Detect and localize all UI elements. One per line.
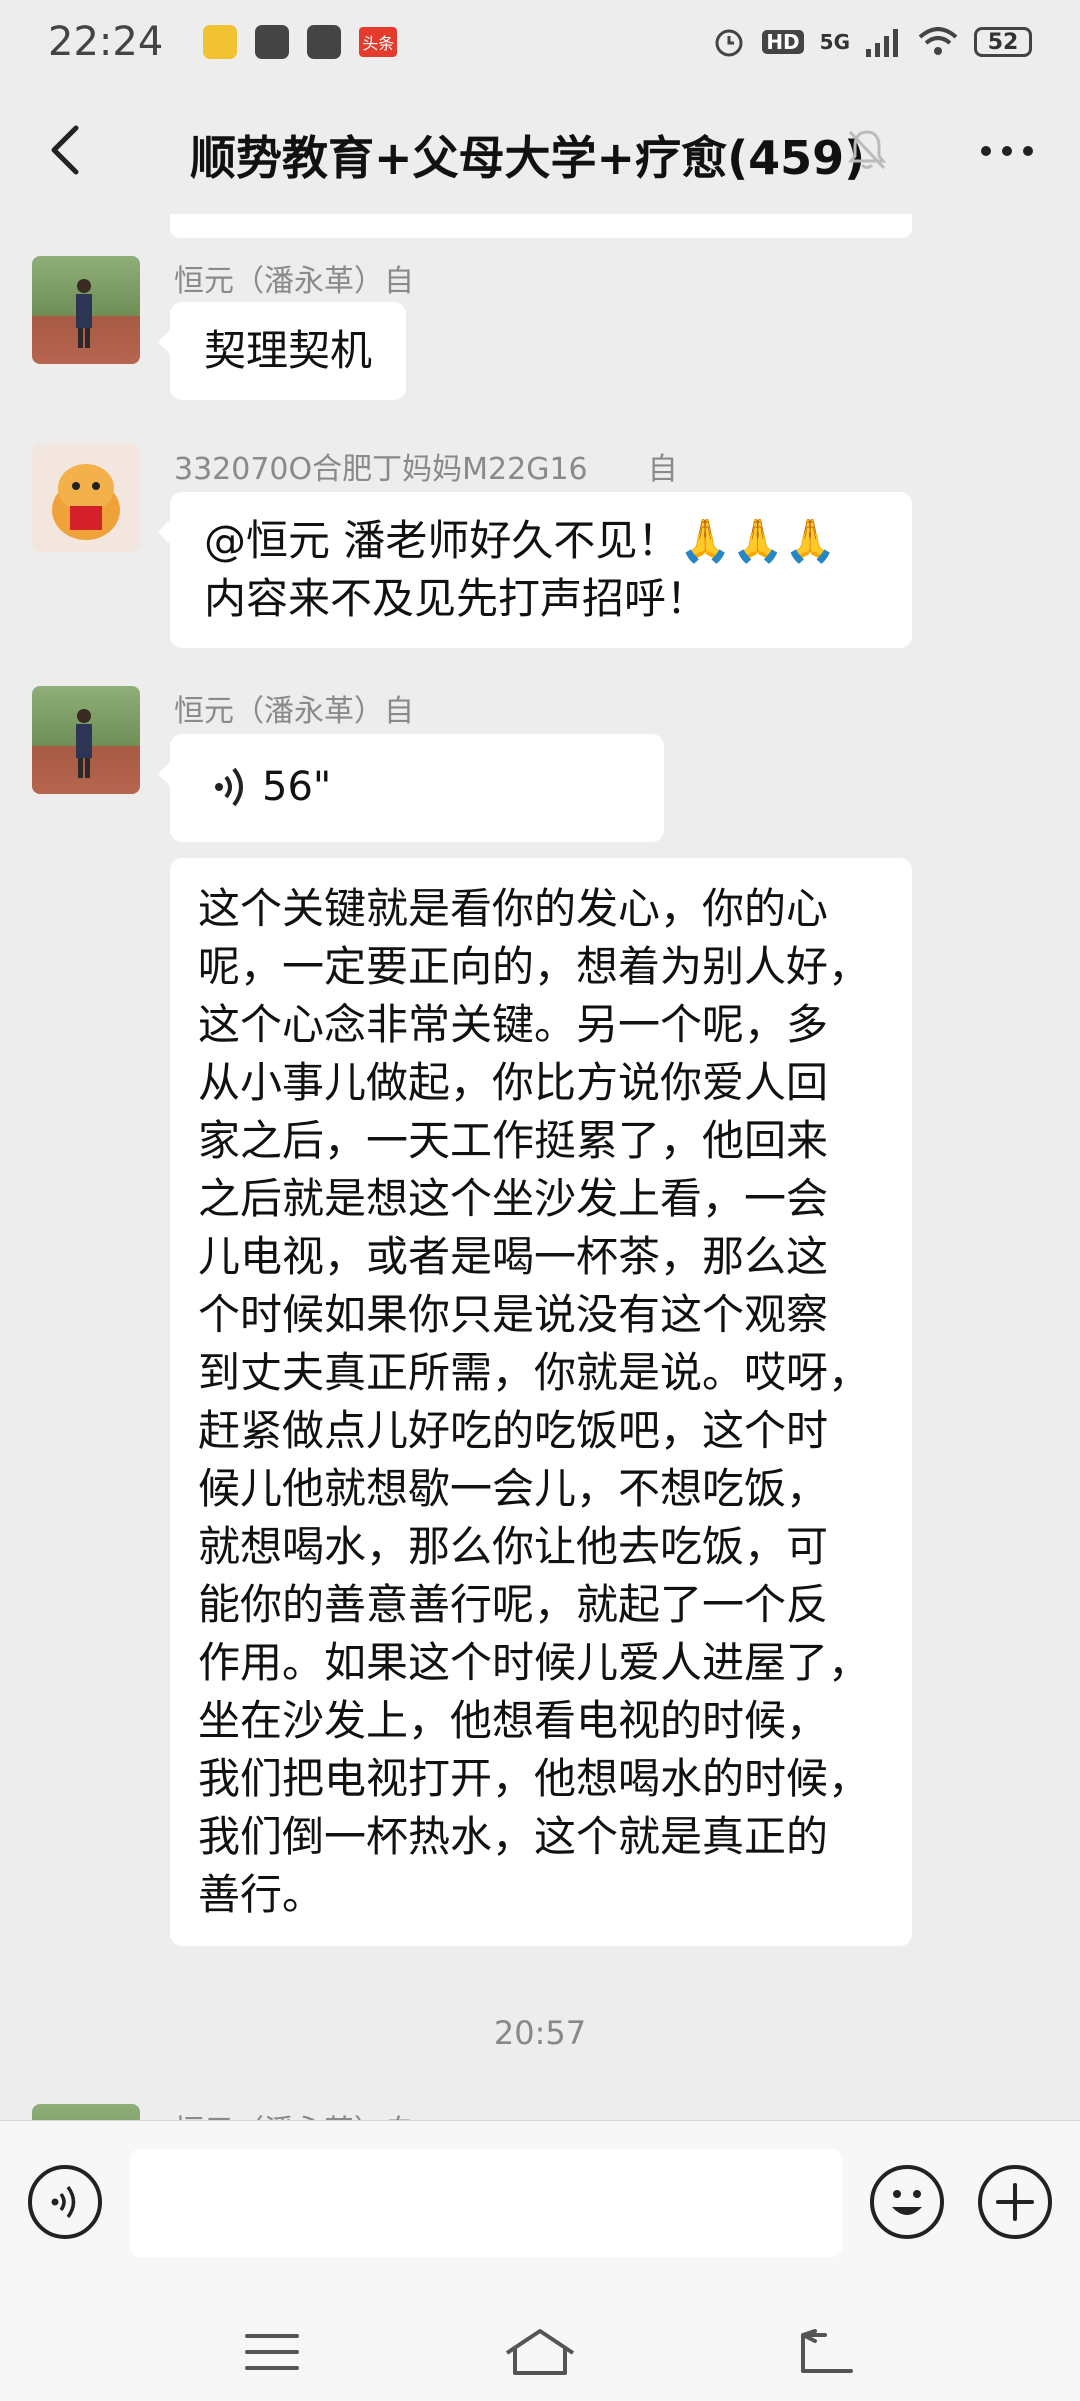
smiley-icon xyxy=(892,2190,922,2215)
more-functions-button[interactable] xyxy=(978,2165,1052,2239)
battery-icon: 52 xyxy=(974,27,1032,57)
text-message-bubble[interactable]: 这个关键就是看你的发心，你的心 呢，一定要正向的，想着为别人好， 这个心念非常关… xyxy=(170,858,912,1946)
landscape-avatar[interactable] xyxy=(32,2104,140,2120)
bubble-tail xyxy=(158,762,170,786)
status-right: HD 5G 52 xyxy=(712,25,1032,59)
status-bar: 22:24 头条 HD 5G 52 xyxy=(0,0,1080,84)
home-nav-button[interactable] xyxy=(480,2317,600,2387)
chat-title-bar: 顺势教育+父母大学+疗愈(459) xyxy=(0,84,1080,214)
message-line: 就想喝水，那么你让他去吃饭，可 xyxy=(198,1522,829,1571)
mail-app-icon xyxy=(307,25,342,59)
message-line: 儿电视，或者是喝一杯茶，那么这 xyxy=(198,1232,829,1281)
tiger-toy-icon xyxy=(52,464,120,540)
message-line: 我们把电视打开，他想喝水的时候， xyxy=(198,1754,871,1803)
bubble-tail xyxy=(158,330,170,354)
wifi-icon xyxy=(918,27,958,55)
system-navigation-bar xyxy=(0,2317,1080,2401)
voice-duration: 56" xyxy=(262,764,332,810)
text-message-bubble[interactable]: @恒元 潘老师好久不见！🙏🙏🙏 内容来不及见先打声招呼！ xyxy=(158,492,912,648)
message-line: @恒元 潘老师好久不见！🙏🙏🙏 xyxy=(204,516,837,565)
input-bar xyxy=(0,2120,1080,2401)
message-line: 善行。 xyxy=(198,1870,325,1919)
voice-message-bubble[interactable]: 56" xyxy=(158,734,664,842)
voice-input-button[interactable] xyxy=(28,2165,102,2239)
more-dots-icon xyxy=(981,146,1033,156)
message-line: 这个关键就是看你的发心，你的心 xyxy=(198,884,829,933)
sender-name: 恒元（潘永革）自 xyxy=(174,264,414,299)
signal-icon xyxy=(866,29,898,57)
status-time: 22:24 xyxy=(48,19,164,65)
sender-name: 332070O合肥丁妈妈M22G16 自 xyxy=(174,452,678,487)
voice-wave-icon xyxy=(215,767,243,807)
landscape-avatar[interactable] xyxy=(32,256,140,364)
mute-bell-icon xyxy=(847,130,887,170)
message-line: 内容来不及见先打声招呼！ xyxy=(204,574,709,623)
message-line: 候儿他就想歇一会儿，不想吃饭， xyxy=(198,1464,829,1513)
message-line: 呢，一定要正向的，想着为别人好， xyxy=(198,942,871,991)
message-line: 个时候如果你只是说没有这个观察 xyxy=(198,1290,829,1339)
bubble-tail xyxy=(158,520,170,544)
back-button[interactable] xyxy=(30,114,102,186)
menu-nav-button[interactable] xyxy=(212,2317,332,2387)
message-line: 到丈夫真正所需，你就是说。哎呀， xyxy=(198,1348,871,1397)
sender-name: 恒元（潘永革）自 xyxy=(174,2106,414,2120)
text-message-bubble[interactable]: 契理契机 xyxy=(158,302,407,400)
message-line: 我们倒一杯热水，这个就是真正的 xyxy=(198,1812,829,1861)
message-line: 这个心念非常关键。另一个呢，多 xyxy=(198,1000,829,1049)
message-line: 能你的善意善行呢，就起了一个反 xyxy=(198,1580,829,1629)
message-text: 契理契机 xyxy=(204,326,373,375)
message-line: 作用。如果这个时候儿爱人进屋了， xyxy=(198,1638,871,1687)
person-figure-icon xyxy=(76,279,92,348)
voice-message: 56" xyxy=(214,758,620,816)
message-line: 之后就是想这个坐沙发上看，一会 xyxy=(198,1174,829,1223)
person-figure-icon xyxy=(76,709,92,778)
video-app-icon xyxy=(255,25,290,59)
back-nav-button[interactable] xyxy=(764,2317,884,2387)
tiger-avatar[interactable] xyxy=(32,444,140,552)
emoji-button[interactable] xyxy=(870,2165,944,2239)
message-input[interactable] xyxy=(130,2149,842,2257)
alarm-icon xyxy=(715,29,743,57)
sender-name: 恒元（潘永革）自 xyxy=(174,694,414,729)
home-icon xyxy=(505,2329,575,2375)
chat-title: 顺势教育+父母大学+疗愈(459) xyxy=(190,131,866,185)
network-label: 5G xyxy=(819,30,850,54)
voice-wave-icon xyxy=(51,2185,76,2219)
hd-badge: HD xyxy=(762,30,804,54)
status-left: 22:24 头条 xyxy=(48,19,398,65)
previous-bubble-edge xyxy=(170,214,912,238)
yellow-app-icon xyxy=(203,25,238,59)
plus-icon xyxy=(996,2183,1034,2221)
menu-icon xyxy=(245,2334,299,2370)
toutiao-app-icon: 头条 xyxy=(359,27,398,57)
landscape-avatar[interactable] xyxy=(32,686,140,794)
chevron-left-icon xyxy=(51,125,79,175)
time-divider: 20:57 xyxy=(493,2014,587,2052)
message-line: 家之后，一天工作挺累了，他回来 xyxy=(198,1116,829,1165)
chat-message-list[interactable]: 恒元（潘永革）自 契理契机 332070O合肥丁妈妈M22G16 自 @恒元 潘… xyxy=(0,214,1080,2120)
message-line: 坐在沙发上，他想看电视的时候， xyxy=(198,1696,829,1745)
more-options-button[interactable] xyxy=(972,116,1042,186)
message-line: 从小事儿做起，你比方说你爱人回 xyxy=(198,1058,829,1107)
message-line: 赶紧做点儿好吃的吃饭吧，这个时 xyxy=(198,1406,829,1455)
back-arrow-icon xyxy=(801,2329,853,2373)
